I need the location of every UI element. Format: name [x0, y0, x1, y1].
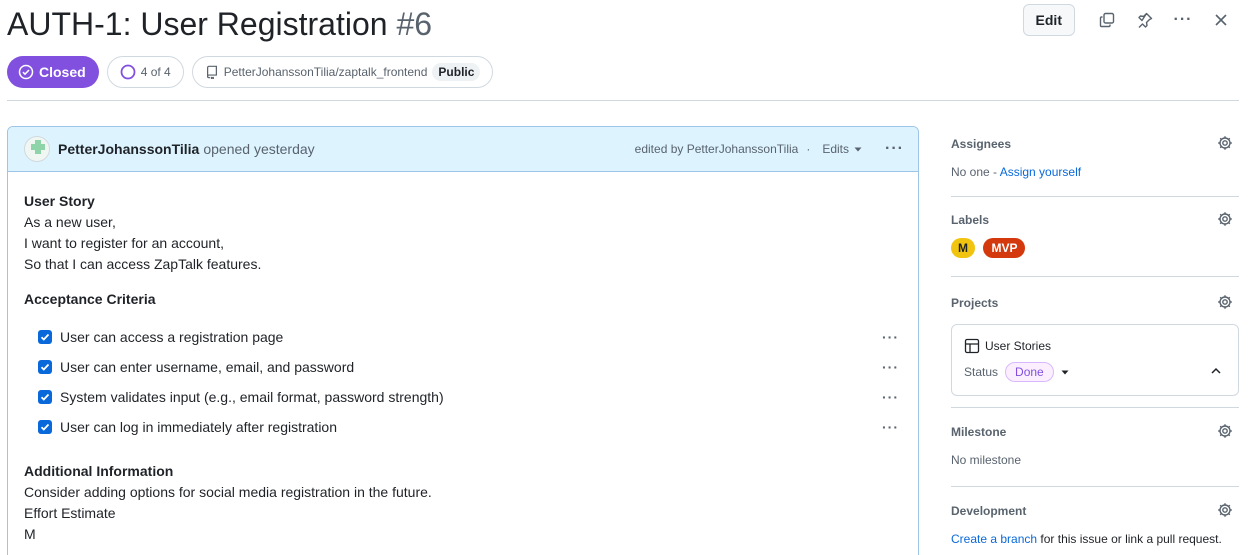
- gear-icon[interactable]: [1217, 502, 1233, 523]
- tasks-progress-text: 4 of 4: [140, 65, 171, 79]
- edits-label: Edits: [822, 142, 850, 156]
- pin-icon[interactable]: [1129, 4, 1161, 36]
- development-title: Development: [951, 504, 1027, 518]
- create-branch-link[interactable]: Create a branch: [951, 532, 1037, 546]
- comment-header: PetterJohanssonTilia opened yesterday ed…: [8, 127, 918, 172]
- edited-by-text: edited by PetterJohanssonTilia: [634, 142, 799, 156]
- additional-line: Consider adding options for social media…: [24, 484, 432, 500]
- task-item: User can log in immediately after regist…: [24, 412, 902, 442]
- issue-title-text: AUTH-1: User Registration: [7, 6, 388, 42]
- edit-button[interactable]: Edit: [1022, 4, 1075, 36]
- comment-author[interactable]: PetterJohanssonTilia: [58, 141, 199, 157]
- task-checkbox[interactable]: [38, 390, 52, 404]
- user-story-heading: User Story: [24, 193, 95, 209]
- assign-yourself-link[interactable]: Assign yourself: [1000, 165, 1081, 179]
- projects-title: Projects: [951, 296, 999, 310]
- caret-down-icon: [853, 144, 863, 154]
- task-checkbox[interactable]: [38, 360, 52, 374]
- additional-line: M: [24, 526, 36, 542]
- task-label: User can access a registration page: [60, 328, 284, 345]
- milestone-section: Milestone No milestone: [951, 408, 1239, 487]
- status-badge[interactable]: Done: [1005, 362, 1054, 382]
- task-item: System validates input (e.g., email form…: [24, 382, 902, 412]
- gear-icon[interactable]: [1217, 294, 1233, 315]
- caret-down-icon[interactable]: [1060, 367, 1070, 377]
- projects-section: Projects User Stories Status Done: [951, 277, 1239, 408]
- repo-icon: [205, 65, 219, 79]
- project-card: User Stories Status Done: [951, 324, 1239, 396]
- milestone-value: No milestone: [951, 453, 1022, 467]
- labels-title: Labels: [951, 213, 990, 227]
- closed-state-icon: [18, 64, 34, 80]
- state-label: Closed: [39, 64, 86, 80]
- copy-icon[interactable]: [1091, 4, 1123, 36]
- task-options-icon[interactable]: ···: [882, 327, 899, 348]
- chevron-up-icon[interactable]: [1210, 365, 1222, 377]
- more-options-icon[interactable]: ···: [1167, 4, 1199, 36]
- additional-info-heading: Additional Information: [24, 463, 174, 479]
- issue-body-comment: PetterJohanssonTilia opened yesterday ed…: [7, 126, 919, 555]
- visibility-badge: Public: [432, 63, 481, 81]
- assignees-title: Assignees: [951, 137, 1012, 151]
- close-icon[interactable]: [1205, 4, 1237, 36]
- state-badge: Closed: [7, 56, 99, 88]
- issue-title: AUTH-1: User Registration #6: [7, 6, 432, 43]
- header-actions: Edit ···: [1022, 4, 1237, 36]
- project-name[interactable]: User Stories: [985, 339, 1051, 353]
- user-story-line: I want to register for an account,: [24, 235, 224, 251]
- task-options-icon[interactable]: ···: [882, 417, 899, 438]
- repo-pill[interactable]: PetterJohanssonTilia/zaptalk_frontend Pu…: [191, 56, 494, 88]
- edits-dropdown[interactable]: Edits: [822, 142, 863, 156]
- gear-icon[interactable]: [1217, 211, 1233, 232]
- gear-icon[interactable]: [1217, 135, 1233, 156]
- task-list: User can access a registration page ··· …: [24, 322, 902, 442]
- comment-body: User Story As a new user, I want to regi…: [8, 172, 918, 545]
- development-text: for this issue or link a pull request.: [1040, 532, 1222, 546]
- assignees-section: Assignees No one - Assign yourself: [951, 126, 1239, 197]
- task-checkbox[interactable]: [38, 420, 52, 434]
- milestone-title: Milestone: [951, 425, 1007, 439]
- label-badge[interactable]: M: [951, 238, 975, 258]
- tasks-progress-pill[interactable]: 4 of 4: [106, 56, 184, 88]
- header-divider: [7, 100, 1239, 101]
- status-label: Status: [964, 365, 999, 379]
- repo-name: PetterJohanssonTilia/zaptalk_frontend: [223, 65, 428, 79]
- comment-options-icon[interactable]: ···: [885, 140, 904, 158]
- table-icon: [964, 338, 980, 354]
- user-story-line: As a new user,: [24, 214, 116, 230]
- user-story-line: So that I can access ZapTalk features.: [24, 256, 262, 272]
- additional-line: Effort Estimate: [24, 505, 116, 521]
- task-item: User can access a registration page ···: [24, 322, 902, 352]
- task-label: User can log in immediately after regist…: [60, 418, 338, 435]
- label-badge[interactable]: MVP: [983, 238, 1026, 258]
- opened-timestamp: opened yesterday: [203, 141, 315, 157]
- separator-dot: ·: [806, 142, 811, 156]
- acceptance-criteria-heading: Acceptance Criteria: [24, 291, 156, 307]
- avatar[interactable]: [24, 136, 50, 162]
- labels-section: Labels M MVP: [951, 197, 1239, 277]
- task-checkbox[interactable]: [38, 330, 52, 344]
- issue-sidebar: Assignees No one - Assign yourself Label…: [951, 126, 1239, 555]
- task-options-icon[interactable]: ···: [882, 387, 899, 408]
- issue-meta-row: Closed 4 of 4 PetterJohanssonTilia/zapta…: [7, 56, 494, 88]
- development-section: Development Create a branch for this iss…: [951, 487, 1239, 555]
- gear-icon[interactable]: [1217, 423, 1233, 444]
- progress-circle-icon: [120, 64, 136, 80]
- task-label: System validates input (e.g., email form…: [60, 388, 444, 405]
- no-assignee-text: No one -: [951, 165, 998, 179]
- task-label: User can enter username, email, and pass…: [60, 358, 355, 375]
- task-options-icon[interactable]: ···: [882, 357, 899, 378]
- task-item: User can enter username, email, and pass…: [24, 352, 902, 382]
- issue-number: #6: [396, 6, 433, 42]
